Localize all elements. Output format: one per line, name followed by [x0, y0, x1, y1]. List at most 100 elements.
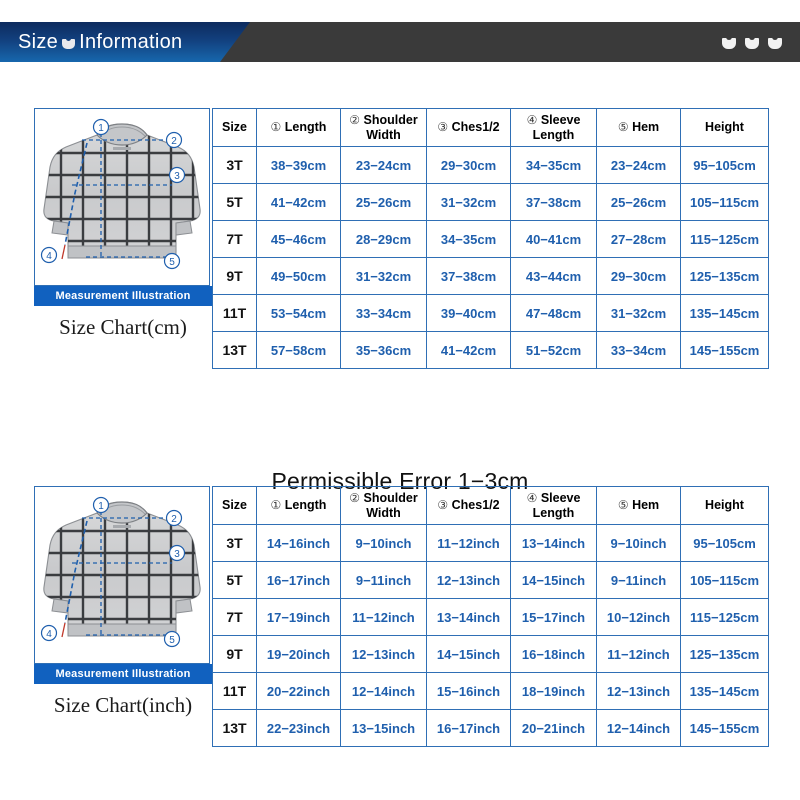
cell-sleeve: 51−52cm — [510, 331, 597, 369]
cell-length: 41−42cm — [256, 183, 341, 221]
sweater-cuff-left — [51, 220, 69, 236]
sweater-diagram-icon: 1 2 3 4 5 — [40, 496, 201, 648]
cell-shoulder: 9−11inch — [340, 561, 427, 599]
column-header-height: Height — [680, 486, 769, 525]
column-header-hem: ⑤ Hem — [596, 108, 681, 147]
cell-shoulder: 9−10inch — [340, 524, 427, 562]
cell-size: 9T — [212, 635, 257, 673]
table-row: 9T 19−20inch 12−13inch 14−15inch 16−18in… — [212, 635, 769, 673]
cell-length: 20−22inch — [256, 672, 341, 710]
cell-chest: 29−30cm — [426, 146, 511, 184]
column-header-sleeve-length: ④ Sleeve Length — [510, 486, 597, 525]
cell-height: 145−155cm — [680, 331, 769, 369]
page-title-first: Size — [18, 31, 59, 53]
measurement-illustration-cm: 1 2 3 4 5 Measurement Illustration Size … — [34, 108, 212, 340]
table-row: 13T 57−58cm 35−36cm 41−42cm 51−52cm 33−3… — [212, 331, 769, 369]
measure-sleeve-tail — [61, 622, 66, 638]
cell-height: 95−105cm — [680, 146, 769, 184]
cell-hem: 31−32cm — [596, 294, 681, 332]
column-header-height: Height — [680, 108, 769, 147]
cell-chest: 16−17inch — [426, 709, 511, 747]
size-chart-cm-title: Size Chart(cm) — [59, 315, 187, 339]
cell-chest: 13−14inch — [426, 598, 511, 636]
cell-hem: 29−30cm — [596, 257, 681, 295]
cell-hem: 25−26cm — [596, 183, 681, 221]
cell-size: 9T — [212, 257, 257, 295]
column-header-chest: ③ Ches1/2 — [426, 108, 511, 147]
cell-height: 125−135cm — [680, 257, 769, 295]
cell-hem: 23−24cm — [596, 146, 681, 184]
column-header-sleeve-length: ④ Sleeve Length — [510, 108, 597, 147]
svg-text:2: 2 — [171, 514, 177, 525]
cell-chest: 37−38cm — [426, 257, 511, 295]
column-header-size: Size — [212, 108, 257, 147]
column-header-size: Size — [212, 486, 257, 525]
measurement-illustration-inch: 1 2 3 4 5 Measurement Illustration Size … — [34, 486, 212, 718]
size-table-inch-body: 3T 14−16inch 9−10inch 11−12inch 13−14inc… — [212, 524, 769, 747]
cell-sleeve: 37−38cm — [510, 183, 597, 221]
table-header-row: Size ① Length ② Shoulder Width ③ Ches1/2… — [212, 486, 769, 525]
banner-decor-icons — [722, 22, 782, 62]
cell-chest: 31−32cm — [426, 183, 511, 221]
table-row: 5T 41−42cm 25−26cm 31−32cm 37−38cm 25−26… — [212, 183, 769, 221]
size-chart-inch-title: Size Chart(inch) — [53, 693, 193, 717]
cell-chest: 12−13inch — [426, 561, 511, 599]
table-row: 3T 14−16inch 9−10inch 11−12inch 13−14inc… — [212, 524, 769, 562]
cell-height: 105−115cm — [680, 561, 769, 599]
size-table-inch: Size ① Length ② Shoulder Width ③ Ches1/2… — [212, 486, 769, 747]
cell-size: 5T — [212, 561, 257, 599]
svg-text:1: 1 — [98, 123, 104, 134]
cell-hem: 27−28cm — [596, 220, 681, 258]
sweater-diagram-box: 1 2 3 4 5 — [34, 486, 210, 664]
cell-sleeve: 43−44cm — [510, 257, 597, 295]
column-header-chest: ③ Ches1/2 — [426, 486, 511, 525]
cell-chest: 11−12inch — [426, 524, 511, 562]
svg-text:4: 4 — [46, 629, 52, 640]
cell-shoulder: 11−12inch — [340, 598, 427, 636]
size-table-cm: Size ① Length ② Shoulder Width ③ Ches1/2… — [212, 108, 769, 369]
cell-size: 11T — [212, 294, 257, 332]
svg-text:1: 1 — [98, 501, 104, 512]
cell-height: 115−125cm — [680, 220, 769, 258]
page-title-second: Information — [79, 31, 183, 53]
cell-length: 16−17inch — [256, 561, 341, 599]
shirt-icon — [745, 36, 759, 49]
cell-sleeve: 13−14inch — [510, 524, 597, 562]
sweater-cuff-left — [51, 598, 69, 614]
cell-length: 19−20inch — [256, 635, 341, 673]
cell-hem: 11−12inch — [596, 635, 681, 673]
column-header-shoulder-width: ② Shoulder Width — [340, 486, 427, 525]
cell-length: 14−16inch — [256, 524, 341, 562]
cell-size: 5T — [212, 183, 257, 221]
column-header-hem: ⑤ Hem — [596, 486, 681, 525]
shirt-icon — [768, 36, 782, 49]
svg-text:4: 4 — [46, 251, 52, 262]
cell-size: 7T — [212, 598, 257, 636]
sweater-cuff-right — [175, 220, 193, 236]
cell-height: 145−155cm — [680, 709, 769, 747]
cell-shoulder: 12−14inch — [340, 672, 427, 710]
cell-length: 57−58cm — [256, 331, 341, 369]
measurement-illustration-label: Measurement Illustration — [34, 664, 212, 684]
cell-height: 105−115cm — [680, 183, 769, 221]
cell-shoulder: 12−13inch — [340, 635, 427, 673]
table-row: 5T 16−17inch 9−11inch 12−13inch 14−15inc… — [212, 561, 769, 599]
cell-sleeve: 47−48cm — [510, 294, 597, 332]
cell-height: 135−145cm — [680, 672, 769, 710]
sweater-diagram-box: 1 2 3 4 5 — [34, 108, 210, 286]
cell-chest: 41−42cm — [426, 331, 511, 369]
table-row: 7T 17−19inch 11−12inch 13−14inch 15−17in… — [212, 598, 769, 636]
cell-hem: 9−11inch — [596, 561, 681, 599]
svg-text:5: 5 — [169, 635, 175, 646]
column-header-shoulder-width: ② Shoulder Width — [340, 108, 427, 147]
table-row: 7T 45−46cm 28−29cm 34−35cm 40−41cm 27−28… — [212, 220, 769, 258]
cell-shoulder: 31−32cm — [340, 257, 427, 295]
cell-chest: 34−35cm — [426, 220, 511, 258]
table-row: 11T 53−54cm 33−34cm 39−40cm 47−48cm 31−3… — [212, 294, 769, 332]
cell-size: 7T — [212, 220, 257, 258]
cell-sleeve: 40−41cm — [510, 220, 597, 258]
cell-sleeve: 14−15inch — [510, 561, 597, 599]
cell-hem: 9−10inch — [596, 524, 681, 562]
svg-text:5: 5 — [169, 257, 175, 268]
brand-tag — [113, 525, 131, 528]
